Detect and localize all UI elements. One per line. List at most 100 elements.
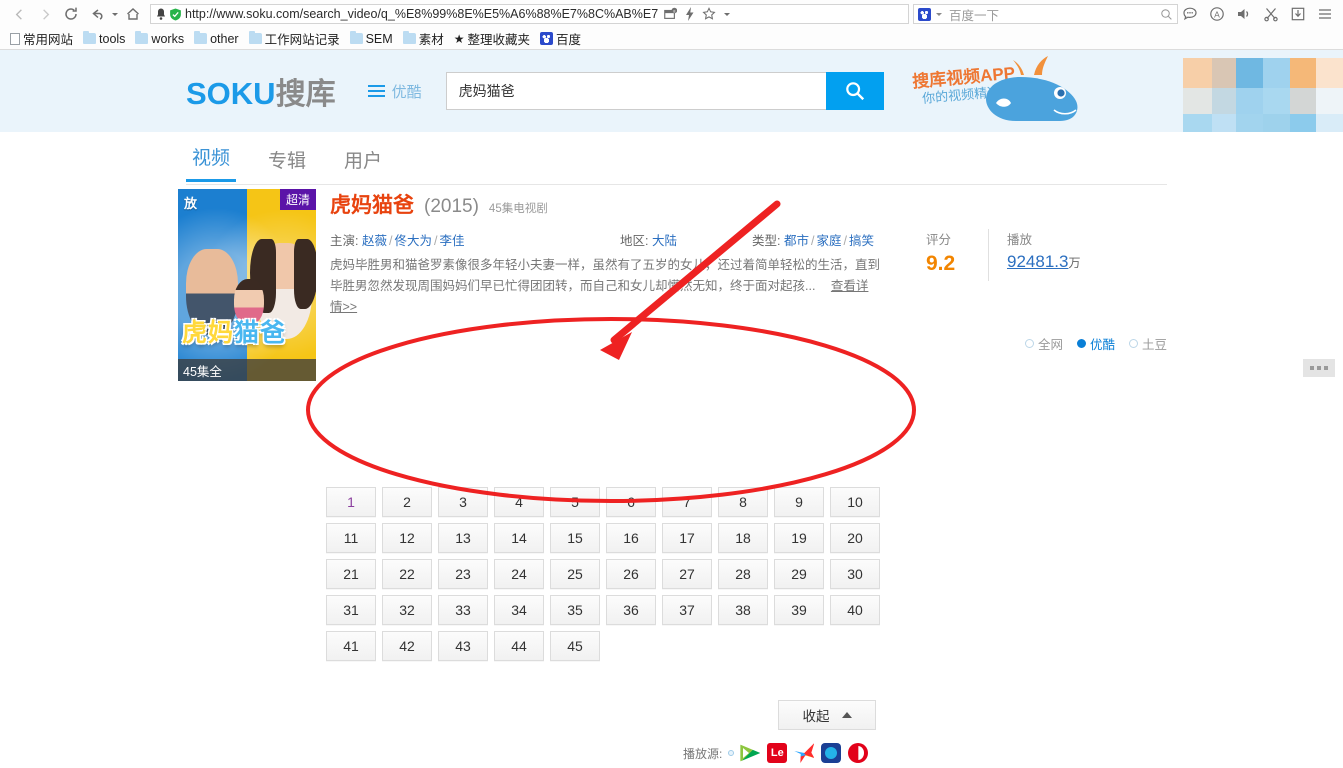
chevron-down-icon[interactable] [723, 10, 731, 18]
episode-button[interactable]: 21 [326, 559, 376, 589]
reload-icon[interactable] [58, 1, 84, 27]
episode-button[interactable]: 16 [606, 523, 656, 553]
episode-button[interactable]: 14 [494, 523, 544, 553]
episode-button[interactable]: 12 [382, 523, 432, 553]
chevron-down-icon[interactable] [935, 10, 943, 18]
bookmark-item[interactable]: 素材 [399, 28, 448, 49]
tab-video[interactable]: 视频 [186, 143, 237, 182]
soku-logo[interactable]: SOKU 搜库 [186, 69, 336, 113]
episode-button[interactable]: 20 [830, 523, 880, 553]
menu-icon[interactable] [1317, 6, 1333, 22]
episode-button[interactable]: 30 [830, 559, 880, 589]
home-icon[interactable] [120, 1, 146, 27]
episode-button[interactable]: 18 [718, 523, 768, 553]
episode-button[interactable]: 3 [438, 487, 488, 517]
tab-album[interactable]: 专辑 [262, 146, 312, 182]
speaker-icon[interactable] [1236, 6, 1252, 22]
episode-button[interactable]: 25 [550, 559, 600, 589]
episode-button[interactable]: 28 [718, 559, 768, 589]
bookmark-item[interactable]: 工作网站记录 [245, 28, 344, 49]
episode-button[interactable]: 4 [494, 487, 544, 517]
episode-button[interactable]: 42 [382, 631, 432, 661]
bookmark-item[interactable]: other [190, 31, 243, 47]
circled-a-icon[interactable]: A [1209, 6, 1225, 22]
youku-green-icon[interactable] [740, 744, 761, 762]
actor-link[interactable]: 李佳 [439, 234, 464, 248]
episode-button[interactable]: 39 [774, 595, 824, 625]
episode-button[interactable]: 8 [718, 487, 768, 517]
search-icon[interactable] [1160, 8, 1173, 21]
episode-button[interactable]: 2 [382, 487, 432, 517]
episode-button[interactable]: 41 [326, 631, 376, 661]
episode-button[interactable]: 13 [438, 523, 488, 553]
search-input[interactable] [445, 72, 826, 110]
bookmark-item[interactable]: works [131, 31, 188, 47]
genre-link[interactable]: 都市 [784, 234, 809, 248]
episode-button[interactable]: 35 [550, 595, 600, 625]
genre-link[interactable]: 搞笑 [849, 234, 874, 248]
episode-button[interactable]: 22 [382, 559, 432, 589]
youku-nav-link[interactable]: 优酷 [367, 81, 422, 102]
actor-link[interactable]: 佟大为 [394, 234, 432, 248]
episode-button[interactable]: 34 [494, 595, 544, 625]
episode-button[interactable]: 44 [494, 631, 544, 661]
genre-link[interactable]: 家庭 [816, 234, 841, 248]
bookmark-item[interactable]: 百度 [536, 28, 585, 49]
episode-button[interactable]: 36 [606, 595, 656, 625]
episode-button[interactable]: 17 [662, 523, 712, 553]
episode-button[interactable]: 7 [662, 487, 712, 517]
episode-button[interactable]: 37 [662, 595, 712, 625]
bookmark-item[interactable]: tools [79, 31, 129, 47]
episode-button[interactable]: 6 [606, 487, 656, 517]
extension-badge-icon[interactable]: 8 [663, 7, 678, 21]
forward-arrow-icon[interactable] [32, 1, 58, 27]
episode-button[interactable]: 32 [382, 595, 432, 625]
undo-dropdown-icon[interactable] [110, 1, 120, 27]
episode-button[interactable]: 27 [662, 559, 712, 589]
region-link[interactable]: 大陆 [652, 234, 677, 248]
lightning-icon[interactable] [684, 7, 695, 21]
episode-button[interactable]: 9 [774, 487, 824, 517]
episode-button[interactable]: 5 [550, 487, 600, 517]
star-icon[interactable] [702, 7, 716, 21]
download-icon[interactable] [1290, 6, 1306, 22]
episode-button[interactable]: 31 [326, 595, 376, 625]
episode-button[interactable]: 40 [830, 595, 880, 625]
episode-button[interactable]: 1 [326, 487, 376, 517]
back-arrow-icon[interactable] [6, 1, 32, 27]
source-youku-selected[interactable] [728, 750, 735, 756]
poster-thumbnail[interactable]: 放 超清 虎妈猫爸 45集全 [178, 189, 316, 381]
episode-button[interactable]: 33 [438, 595, 488, 625]
episode-button[interactable]: 43 [438, 631, 488, 661]
chrome-search-box[interactable]: 百度一下 [913, 4, 1178, 24]
advertisement-banner[interactable]: ‡ [1183, 50, 1343, 132]
tab-user[interactable]: 用户 [338, 146, 388, 182]
address-bar[interactable]: http://www.soku.com/search_video/q_%E8%9… [150, 4, 909, 24]
episode-button[interactable]: 26 [606, 559, 656, 589]
episode-button[interactable]: 38 [718, 595, 768, 625]
letv-icon[interactable]: Le [767, 743, 788, 763]
episode-button[interactable]: 10 [830, 487, 880, 517]
episode-button[interactable]: 15 [550, 523, 600, 553]
bookmark-item[interactable]: SEM [346, 31, 397, 47]
undo-icon[interactable] [84, 1, 110, 27]
pptv-icon[interactable] [821, 743, 842, 763]
sohu-icon[interactable] [848, 743, 869, 763]
app-promo-banner[interactable]: 搜库视频APP 你的视频精选集 [908, 55, 1108, 127]
episode-button[interactable]: 11 [326, 523, 376, 553]
episode-button[interactable]: 24 [494, 559, 544, 589]
collapse-button[interactable]: 收起 [778, 700, 876, 730]
bookmark-item[interactable]: ★ 整理收藏夹 [450, 28, 534, 49]
page-more-button[interactable] [1303, 359, 1335, 377]
episode-button[interactable]: 45 [550, 631, 600, 661]
episode-button[interactable]: 29 [774, 559, 824, 589]
scissors-icon[interactable] [1263, 6, 1279, 22]
result-title[interactable]: 虎妈猫爸 [330, 189, 414, 219]
episode-button[interactable]: 19 [774, 523, 824, 553]
episode-button[interactable]: 23 [438, 559, 488, 589]
search-button[interactable] [825, 72, 884, 110]
bookmark-item[interactable]: 常用网站 [6, 28, 77, 49]
actor-link[interactable]: 赵薇 [362, 234, 387, 248]
chat-icon[interactable] [1182, 6, 1198, 22]
iqiyi-icon[interactable] [794, 743, 815, 763]
